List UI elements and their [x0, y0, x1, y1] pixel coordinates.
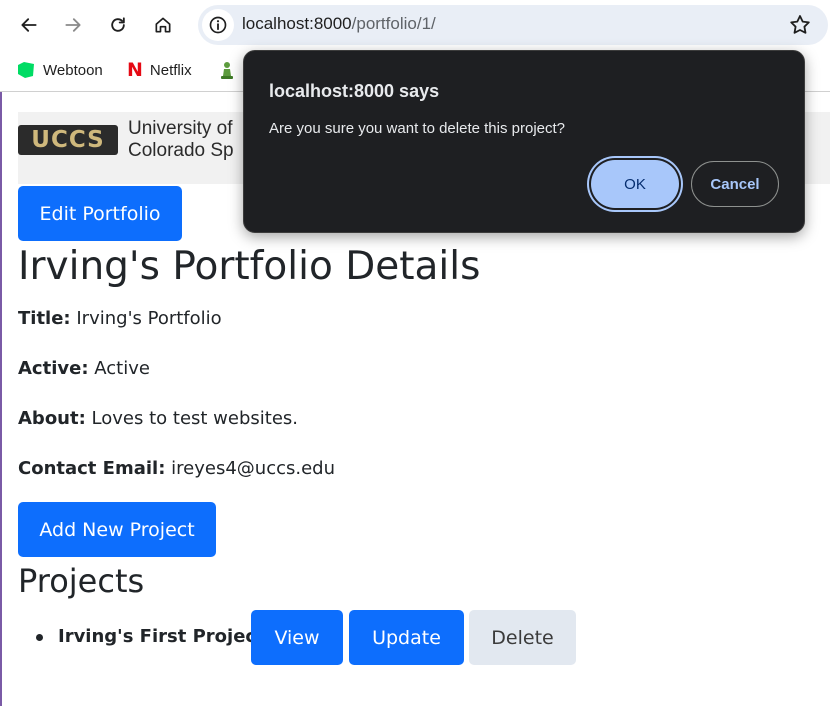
ok-button[interactable]: OK [591, 160, 679, 208]
home-button[interactable] [146, 8, 180, 42]
reload-icon [111, 17, 125, 32]
bookmark-star-icon[interactable] [788, 13, 812, 37]
dialog-message: Are you sure you want to delete this pro… [269, 120, 566, 137]
back-arrow-icon [21, 18, 37, 32]
edit-portfolio-button[interactable]: Edit Portfolio [18, 186, 182, 241]
field-active: Active: Active [18, 358, 150, 379]
field-about: About: Loves to test websites. [18, 408, 299, 429]
confirm-dialog: localhost:8000 says Are you sure you wan… [243, 50, 805, 233]
reload-button[interactable] [101, 8, 135, 42]
forward-arrow-icon [65, 18, 81, 32]
dialog-title: localhost:8000 says [269, 81, 440, 101]
project-name: Irving's First Project [58, 626, 265, 647]
cancel-button[interactable]: Cancel [691, 161, 779, 207]
bookmark-chess[interactable] [217, 60, 237, 80]
bookmark-webtoon[interactable]: Webtoon [16, 60, 103, 80]
home-icon [155, 17, 171, 33]
forward-button[interactable] [56, 8, 90, 42]
site-info-icon[interactable] [202, 9, 234, 41]
address-bar[interactable]: localhost:8000/portfolio/1/ [198, 5, 828, 45]
list-bullet [36, 634, 43, 641]
delete-project-button[interactable]: Delete [469, 610, 576, 665]
university-name: University of Colorado Sp [128, 118, 234, 161]
bookmark-netflix[interactable]: N Netflix [127, 60, 192, 80]
uccs-logo: UCCS [18, 125, 118, 155]
webtoon-icon [18, 62, 34, 78]
field-title: Title: Irving's Portfolio [18, 308, 222, 329]
projects-heading: Projects [18, 562, 145, 600]
chess-pawn-icon [221, 62, 233, 79]
browser-toolbar: localhost:8000/portfolio/1/ [0, 0, 830, 52]
add-new-project-button[interactable]: Add New Project [18, 502, 216, 557]
bookmark-label: Webtoon [43, 61, 103, 79]
view-project-button[interactable]: View [251, 610, 343, 665]
back-button[interactable] [12, 8, 46, 42]
page-title: Irving's Portfolio Details [18, 244, 481, 289]
url-text: localhost:8000/portfolio/1/ [242, 14, 436, 33]
bookmark-label: Netflix [149, 61, 192, 79]
update-project-button[interactable]: Update [349, 610, 464, 665]
field-contact-email: Contact Email: ireyes4@uccs.edu [18, 458, 336, 479]
netflix-icon: N [127, 59, 143, 81]
